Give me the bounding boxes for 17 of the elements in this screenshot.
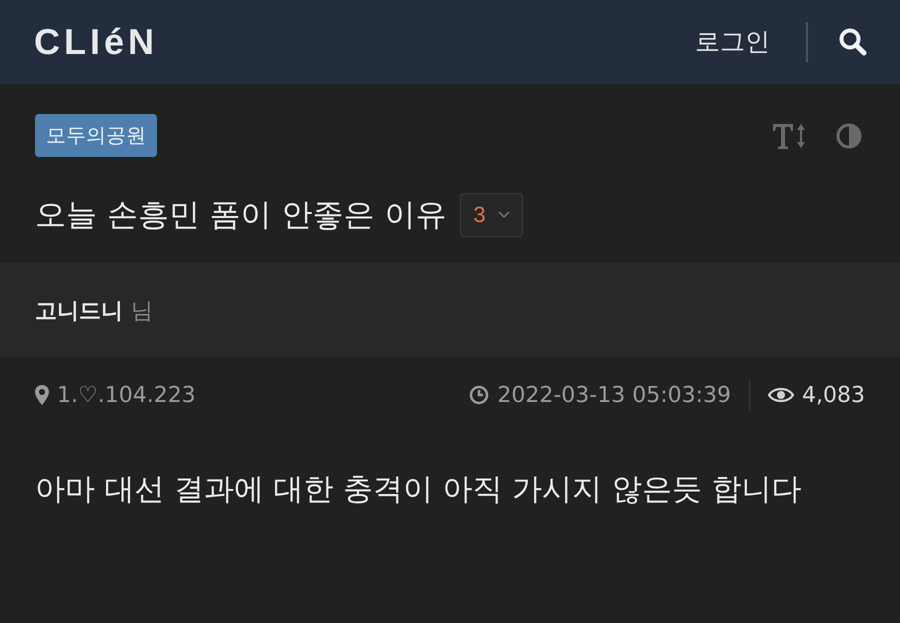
author-suffix: 님: [131, 298, 153, 326]
login-link[interactable]: 로그인: [695, 22, 808, 62]
clock-icon: [469, 385, 490, 405]
author-name[interactable]: 고니드니: [35, 296, 123, 326]
location-pin-icon: [35, 385, 49, 405]
site-logo[interactable]: CLIéN: [34, 21, 158, 63]
comment-count-button[interactable]: 3: [460, 193, 523, 237]
post-body: 아마 대선 결과에 대한 충격이 아직 가시지 않은듯 합니다: [35, 471, 802, 509]
ip-address: 1.♡.104.223: [57, 382, 196, 408]
post-datetime: 2022-03-13 05:03:39: [497, 382, 732, 408]
search-icon[interactable]: [838, 27, 868, 57]
contrast-icon[interactable]: [835, 122, 863, 150]
view-count: 4,083: [802, 382, 865, 408]
post-title: 오늘 손흥민 폼이 안좋은 이유: [35, 196, 446, 235]
category-badge[interactable]: 모두의공원: [35, 114, 157, 157]
chevron-icon: [498, 211, 510, 219]
eye-icon: [768, 386, 794, 404]
